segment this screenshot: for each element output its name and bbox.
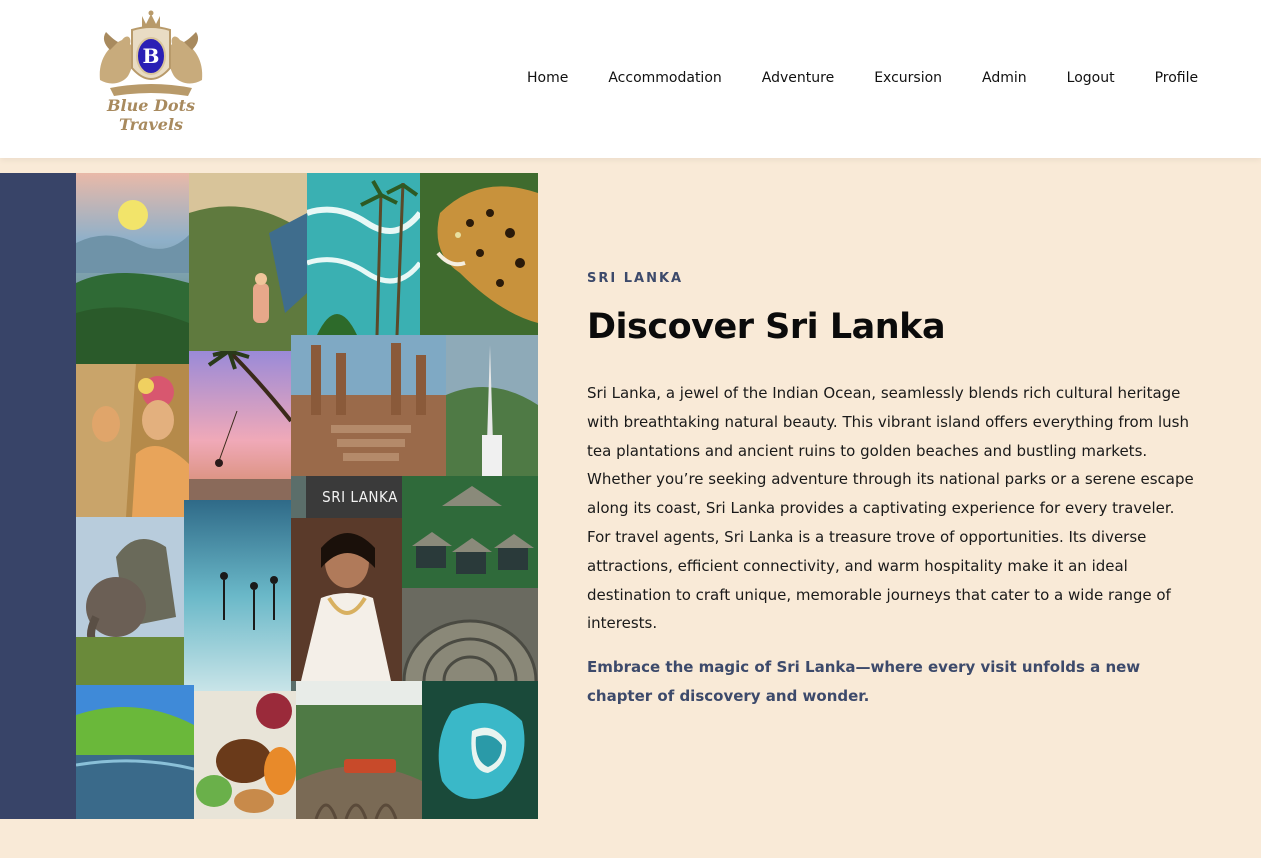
stilt-fishermen-image	[184, 500, 291, 691]
elephant-image	[76, 517, 184, 685]
tagline: Embrace the magic of Sri Lanka—where eve…	[587, 658, 1141, 705]
treehouse-resort-image	[402, 476, 538, 588]
sigiriya-fresco-image	[76, 364, 189, 517]
brand-name: Blue Dots Travels	[80, 96, 222, 134]
crest-icon: B	[99, 10, 203, 96]
lake-hills-image	[76, 685, 194, 819]
hero-content: SRI LANKA Discover Sri Lanka Sri Lanka, …	[587, 270, 1197, 711]
sri-lankan-food-image	[194, 691, 296, 819]
nav-profile[interactable]: Profile	[1135, 69, 1219, 87]
section-eyebrow: SRI LANKA	[587, 271, 684, 286]
nav-accommodation[interactable]: Accommodation	[588, 69, 741, 87]
beach-swing-image	[189, 351, 291, 500]
sri-lanka-label: SRI LANKA	[306, 476, 414, 518]
nav-admin[interactable]: Admin	[962, 69, 1047, 87]
sunrise-hills-image	[76, 173, 189, 364]
ocean-palms-image	[307, 173, 420, 335]
ancient-ruins-image	[291, 335, 446, 476]
nav-excursion[interactable]: Excursion	[854, 69, 962, 87]
main-nav: Home Accommodation Adventure Excursion A…	[507, 69, 1218, 87]
page-title: Discover Sri Lanka	[587, 307, 946, 347]
intro-paragraph: Sri Lanka, a jewel of the Indian Ocean, …	[587, 384, 1194, 633]
nav-logout[interactable]: Logout	[1047, 69, 1135, 87]
svg-text:B: B	[143, 44, 160, 68]
bride-portrait-image	[291, 518, 402, 681]
brand-logo[interactable]: B Blue Dots Travels	[80, 10, 222, 138]
site-header: B Blue Dots Travels Home Accommodation A…	[0, 0, 1261, 158]
nine-arch-bridge-image	[296, 681, 422, 819]
decorative-band	[0, 173, 76, 819]
coastal-aerial-image	[422, 681, 538, 819]
nav-home[interactable]: Home	[507, 69, 588, 87]
nav-adventure[interactable]: Adventure	[742, 69, 854, 87]
train-jungle-image	[189, 173, 307, 351]
temple-tower-image	[446, 335, 538, 476]
brand-name-line1: Blue Dots	[107, 96, 195, 115]
leopard-image	[420, 173, 538, 335]
sri-lanka-collage: SRI LANKA	[76, 173, 538, 819]
brand-name-line2: Travels	[118, 115, 184, 134]
moonstone-carving-image	[402, 588, 538, 681]
